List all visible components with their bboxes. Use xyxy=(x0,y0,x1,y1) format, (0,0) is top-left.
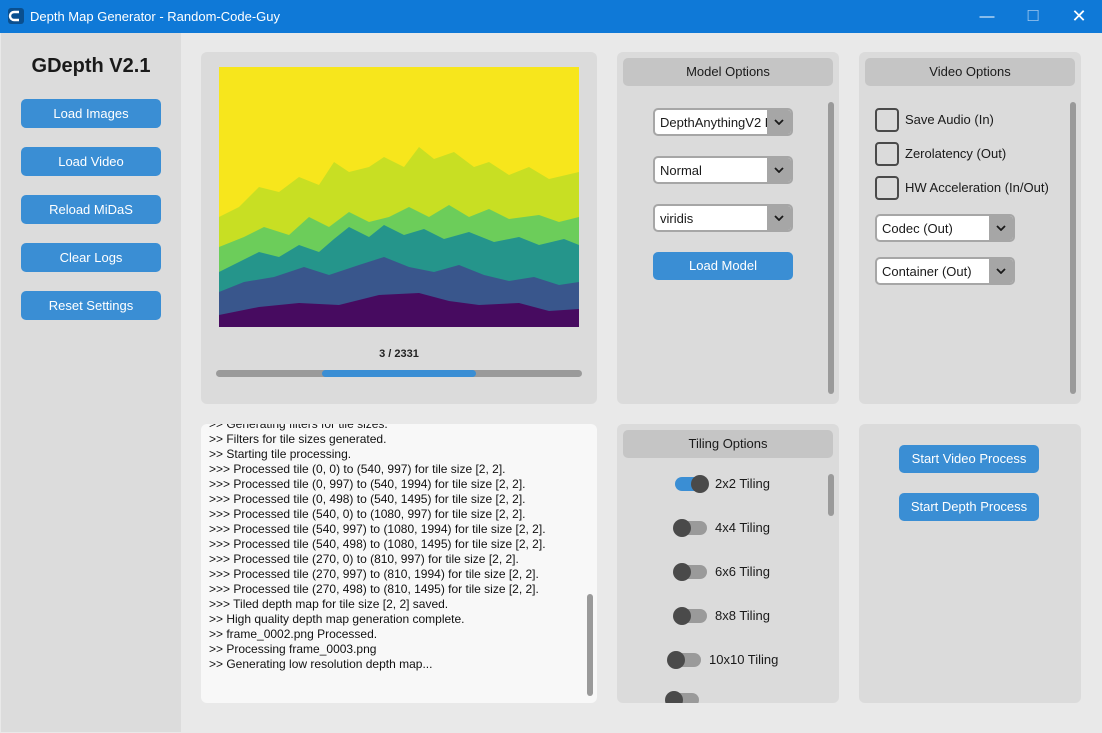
tiling-switch-2[interactable]: 4x4 Tiling xyxy=(673,518,815,538)
container-select[interactable]: Container (Out) xyxy=(875,257,1015,285)
log-line: >> High quality depth map generation com… xyxy=(209,612,465,626)
load-video-button[interactable]: Load Video xyxy=(21,147,161,176)
process-panel: Start Video Process Start Depth Process xyxy=(859,424,1081,703)
chevron-down-icon xyxy=(767,110,791,134)
log-line: >> Generating filters for tile sizes. xyxy=(209,424,388,431)
chevron-down-icon xyxy=(989,259,1013,283)
checkbox-label: Zerolatency (Out) xyxy=(905,146,1007,161)
toggle-knob xyxy=(691,475,709,493)
toggle-knob xyxy=(667,651,685,669)
reset-settings-button[interactable]: Reset Settings xyxy=(21,291,161,320)
toggle-switch xyxy=(673,519,707,537)
log-line: >>> Processed tile (540, 498) to (1080, … xyxy=(209,537,546,551)
log-line: >>> Tiled depth map for tile size [2, 2]… xyxy=(209,597,449,611)
log-line: >>> Processed tile (0, 0) to (540, 997) … xyxy=(209,462,506,476)
toggle-switch xyxy=(675,475,709,493)
video-options-scrollbar[interactable] xyxy=(1070,102,1076,394)
checkbox-box xyxy=(875,142,899,166)
tiling-label: 10x10 Tiling xyxy=(709,652,779,667)
chevron-down-icon xyxy=(767,158,791,182)
preview-panel: 3 / 2331 xyxy=(201,52,597,404)
model-select[interactable]: DepthAnythingV2 Large xyxy=(653,108,793,136)
log-line: >>> Processed tile (270, 498) to (810, 1… xyxy=(209,582,539,596)
chevron-down-icon xyxy=(767,206,791,230)
log-line: >>> Processed tile (540, 997) to (1080, … xyxy=(209,522,546,536)
codec-select[interactable]: Codec (Out) xyxy=(875,214,1015,242)
toggle-knob xyxy=(673,519,691,537)
reload-midas-button[interactable]: Reload MiDaS xyxy=(21,195,161,224)
toggle-switch xyxy=(667,651,701,669)
log-line: >>> Processed tile (270, 0) to (810, 997… xyxy=(209,552,519,566)
toggle-knob xyxy=(673,607,691,625)
chevron-down-icon xyxy=(989,216,1013,240)
app-icon xyxy=(8,8,24,24)
tiling-switch-1[interactable]: 2x2 Tiling xyxy=(675,474,815,494)
log-line: >>> Processed tile (0, 997) to (540, 199… xyxy=(209,477,526,491)
codec-select-value: Codec (Out) xyxy=(882,221,953,236)
model-options-header: Model Options xyxy=(623,58,833,86)
load-images-button[interactable]: Load Images xyxy=(21,99,161,128)
tiling-label: 8x8 Tiling xyxy=(715,608,770,623)
checkbox-box xyxy=(875,176,899,200)
log-line: >>> Processed tile (270, 997) to (810, 1… xyxy=(209,567,539,581)
maximize-button[interactable]: ☐ xyxy=(1010,0,1056,33)
start-depth-process-button[interactable]: Start Depth Process xyxy=(899,493,1039,521)
frame-slider[interactable] xyxy=(216,370,582,377)
model-options-scrollbar[interactable] xyxy=(828,102,834,394)
window-title: Depth Map Generator - Random-Code-Guy xyxy=(30,9,281,24)
log-line: >>> Processed tile (540, 0) to (1080, 99… xyxy=(209,507,526,521)
log-line: >> Generating low resolution depth map..… xyxy=(209,657,433,671)
log-line: >> Processing frame_0003.png xyxy=(209,642,377,656)
tiling-label: 6x6 Tiling xyxy=(715,564,770,579)
video-options-panel: Video Options Save Audio (In) Zerolatenc… xyxy=(859,52,1081,404)
mode-select[interactable]: Normal xyxy=(653,156,793,184)
tiling-switch-3[interactable]: 6x6 Tiling xyxy=(673,562,815,582)
log-line: >> frame_0002.png Processed. xyxy=(209,627,378,641)
tiling-switch-5[interactable]: 10x10 Tiling xyxy=(667,650,809,670)
toggle-knob xyxy=(665,691,683,703)
depth-map-preview xyxy=(219,67,579,327)
tiling-switch-4[interactable]: 8x8 Tiling xyxy=(673,606,815,626)
log-line: >> Filters for tile sizes generated. xyxy=(209,432,387,446)
checkbox-box xyxy=(875,108,899,132)
tiling-label: 2x2 Tiling xyxy=(715,476,770,491)
colormap-select-value: viridis xyxy=(660,211,694,226)
clear-logs-button[interactable]: Clear Logs xyxy=(21,243,161,272)
toggle-knob xyxy=(673,563,691,581)
toggle-switch xyxy=(673,607,707,625)
tiling-switch-partial[interactable] xyxy=(665,690,727,703)
checkbox-label: HW Acceleration (In/Out) xyxy=(905,180,1049,195)
toggle-switch xyxy=(673,563,707,581)
tiling-label: 4x4 Tiling xyxy=(715,520,770,535)
toggle-switch xyxy=(665,691,699,703)
frame-counter: 3 / 2331 xyxy=(379,348,419,360)
app-title: GDepth V2.1 xyxy=(31,55,151,77)
start-video-process-button[interactable]: Start Video Process xyxy=(899,445,1039,473)
minimize-button[interactable]: — xyxy=(964,0,1010,33)
tiling-options-panel: Tiling Options 2x2 Tiling 4x4 Tiling 6x6 T… xyxy=(617,424,839,703)
load-model-button[interactable]: Load Model xyxy=(653,252,793,280)
model-options-panel: Model Options DepthAnythingV2 Large Norm… xyxy=(617,52,839,404)
log-line: >> Starting tile processing. xyxy=(209,447,352,461)
log-scrollbar[interactable] xyxy=(587,594,593,696)
container-select-value: Container (Out) xyxy=(882,264,972,279)
title-bar: Depth Map Generator - Random-Code-Guy — … xyxy=(0,0,1102,33)
close-button[interactable]: ✕ xyxy=(1056,0,1102,33)
tiling-options-header: Tiling Options xyxy=(623,430,833,458)
frame-slider-fill xyxy=(322,370,476,377)
log-lines: >> Generating filters for tile sizes. >> … xyxy=(209,424,579,672)
mode-select-value: Normal xyxy=(660,163,702,178)
tiling-options-scrollbar[interactable] xyxy=(828,474,834,516)
sidebar: GDepth V2.1 Load Images Load Video Reloa… xyxy=(1,33,181,732)
video-options-header: Video Options xyxy=(865,58,1075,86)
checkbox-label: Save Audio (In) xyxy=(905,112,994,127)
log-line: >>> Processed tile (0, 498) to (540, 149… xyxy=(209,492,526,506)
log-console[interactable]: >> Generating filters for tile sizes. >> … xyxy=(201,424,597,703)
colormap-select[interactable]: viridis xyxy=(653,204,793,232)
